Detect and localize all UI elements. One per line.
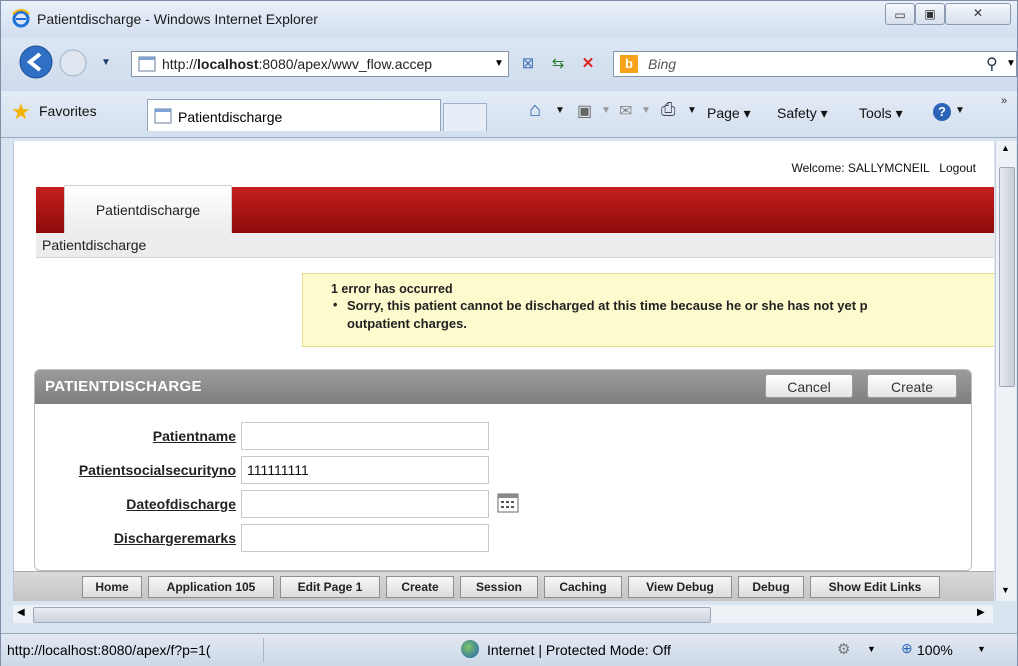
refresh-icon[interactable]: ⇆ xyxy=(547,53,569,75)
create-button[interactable]: Create xyxy=(867,374,957,398)
globe-icon xyxy=(461,640,479,658)
home-icon[interactable]: ⌂ xyxy=(529,99,541,122)
mail-dropdown-icon[interactable]: ▼ xyxy=(641,105,651,116)
address-dropdown-icon[interactable]: ▼ xyxy=(494,58,504,69)
page-icon xyxy=(138,56,156,72)
scroll-left-arrow-icon[interactable]: ◀ xyxy=(17,607,25,618)
calendar-icon[interactable] xyxy=(497,492,519,514)
dev-session-button[interactable]: Session xyxy=(460,576,538,598)
title-bar: Patientdischarge - Windows Internet Expl… xyxy=(1,1,1017,37)
patientname-label: Patientname xyxy=(152,428,236,444)
search-icon[interactable]: ⚲ xyxy=(986,54,998,74)
page-menu[interactable]: Page ▾ xyxy=(707,105,751,122)
help-icon[interactable]: ? xyxy=(933,103,951,121)
vertical-scrollbar[interactable]: ▲ ▼ xyxy=(995,141,1016,601)
tab-patientdischarge[interactable]: Patientdischarge xyxy=(64,185,232,233)
address-host: localhost xyxy=(197,56,259,72)
tab-page-icon xyxy=(154,108,172,124)
zoom-dropdown-icon[interactable]: ▼ xyxy=(977,644,986,654)
patientname-input[interactable] xyxy=(241,422,489,450)
dev-application-button[interactable]: Application 105 xyxy=(148,576,274,598)
zoom-level[interactable]: 100% xyxy=(917,642,953,658)
dev-home-button[interactable]: Home xyxy=(82,576,142,598)
status-divider xyxy=(263,638,264,662)
dev-view-debug-button[interactable]: View Debug xyxy=(628,576,732,598)
ssn-input[interactable] xyxy=(241,456,489,484)
close-button[interactable]: ✕ xyxy=(945,3,1011,25)
welcome-text: Welcome: SALLYMCNEIL xyxy=(791,161,930,175)
browser-window: Patientdischarge - Windows Internet Expl… xyxy=(0,0,1018,666)
feeds-dropdown-icon[interactable]: ▼ xyxy=(601,105,611,116)
error-message-line2: outpatient charges. xyxy=(347,316,467,331)
security-zone-text[interactable]: Internet | Protected Mode: Off xyxy=(487,642,671,658)
ie-logo-icon xyxy=(12,9,30,28)
safety-menu[interactable]: Safety ▾ xyxy=(777,105,828,122)
dischargeremarks-label: Dischargeremarks xyxy=(113,530,236,546)
page-content: Welcome: SALLYMCNEIL Logout Patientdisch… xyxy=(13,141,994,601)
breadcrumb: Patientdischarge xyxy=(36,233,994,258)
forward-button[interactable] xyxy=(59,49,87,77)
error-notification: 1 error has occurred • Sorry, this patie… xyxy=(302,273,994,347)
region-header: PATIENTDISCHARGE Cancel Create xyxy=(35,370,971,404)
help-dropdown-icon[interactable]: ▼ xyxy=(955,105,965,116)
scroll-up-arrow-icon[interactable]: ▲ xyxy=(1001,143,1010,153)
home-dropdown-icon[interactable]: ▼ xyxy=(555,105,565,116)
back-button[interactable] xyxy=(19,45,53,79)
minimize-button[interactable]: ▭ xyxy=(885,3,915,25)
stop-icon[interactable]: ✕ xyxy=(577,53,599,75)
favorites-button[interactable]: Favorites xyxy=(39,103,97,119)
scroll-down-arrow-icon[interactable]: ▼ xyxy=(1001,585,1010,595)
patientdischarge-region: PATIENTDISCHARGE Cancel Create Patientna… xyxy=(34,369,972,571)
new-tab-button[interactable] xyxy=(443,103,487,131)
dev-caching-button[interactable]: Caching xyxy=(544,576,622,598)
ssn-label: Patientsocialsecurityno xyxy=(78,462,236,478)
mail-icon[interactable]: ✉ xyxy=(619,101,632,121)
feeds-icon[interactable]: ▣ xyxy=(577,101,592,121)
tab-title: Patientdischarge xyxy=(178,109,283,125)
chevron-more-icon[interactable]: » xyxy=(1001,95,1007,107)
print-dropdown-icon[interactable]: ▼ xyxy=(687,105,697,116)
navigation-toolbar: ▼ http://localhost:8080/apex/wwv_flow.ac… xyxy=(1,37,1017,91)
welcome-area: Welcome: SALLYMCNEIL Logout xyxy=(791,161,976,175)
dev-debug-button[interactable]: Debug xyxy=(738,576,804,598)
error-header: 1 error has occurred xyxy=(331,282,453,296)
tools-menu[interactable]: Tools ▾ xyxy=(859,105,903,122)
logout-link[interactable]: Logout xyxy=(939,161,976,175)
zoom-icon[interactable]: ⊕ xyxy=(901,640,913,657)
favorites-bar: ★ Favorites Patientdischarge ⌂ ▼ ▣ ▼ ✉ ▼… xyxy=(1,91,1017,138)
region-title: PATIENTDISCHARGE xyxy=(45,378,202,395)
search-placeholder: Bing xyxy=(648,56,677,72)
search-box[interactable]: b Bing ⚲ ▼ xyxy=(613,51,1017,77)
dev-create-button[interactable]: Create xyxy=(386,576,454,598)
status-url: http://localhost:8080/apex/f?p=1( xyxy=(7,642,211,658)
recent-pages-dropdown-icon[interactable]: ▼ xyxy=(101,57,111,68)
cancel-button[interactable]: Cancel xyxy=(765,374,853,398)
dischargeremarks-input[interactable] xyxy=(241,524,489,552)
compatibility-view-icon[interactable]: ⊠ xyxy=(517,53,539,75)
horizontal-scrollbar[interactable]: ◀ ▶ xyxy=(13,605,993,623)
error-message: Sorry, this patient cannot be discharged… xyxy=(347,298,868,313)
window-title: Patientdischarge - Windows Internet Expl… xyxy=(37,11,318,27)
protected-mode-dropdown-icon[interactable]: ▼ xyxy=(867,644,876,654)
dev-edit-page-button[interactable]: Edit Page 1 xyxy=(280,576,380,598)
bing-icon: b xyxy=(620,55,638,73)
search-options-dropdown-icon[interactable]: ▼ xyxy=(1006,58,1016,69)
developer-toolbar: Home Application 105 Edit Page 1 Create … xyxy=(14,571,994,601)
vertical-scroll-thumb[interactable] xyxy=(999,167,1015,387)
status-bar: http://localhost:8080/apex/f?p=1( Intern… xyxy=(1,633,1017,666)
address-text: http://localhost:8080/apex/wwv_flow.acce… xyxy=(162,56,433,72)
maximize-button[interactable]: ▣ xyxy=(915,3,945,25)
protected-mode-icon[interactable]: ⚙ xyxy=(837,640,850,658)
dev-show-edit-links-button[interactable]: Show Edit Links xyxy=(810,576,940,598)
dateofdischarge-input[interactable] xyxy=(241,490,489,518)
error-bullet: • xyxy=(333,298,338,312)
breadcrumb-item: Patientdischarge xyxy=(42,237,147,253)
print-icon[interactable]: ⎙ xyxy=(661,99,675,120)
address-bar[interactable]: http://localhost:8080/apex/wwv_flow.acce… xyxy=(131,51,509,77)
dateofdischarge-label: Dateofdischarge xyxy=(126,496,236,512)
browser-tab[interactable]: Patientdischarge xyxy=(147,99,441,131)
scroll-right-arrow-icon[interactable]: ▶ xyxy=(977,607,985,618)
favorites-star-icon: ★ xyxy=(11,99,31,124)
horizontal-scroll-thumb[interactable] xyxy=(33,607,711,623)
